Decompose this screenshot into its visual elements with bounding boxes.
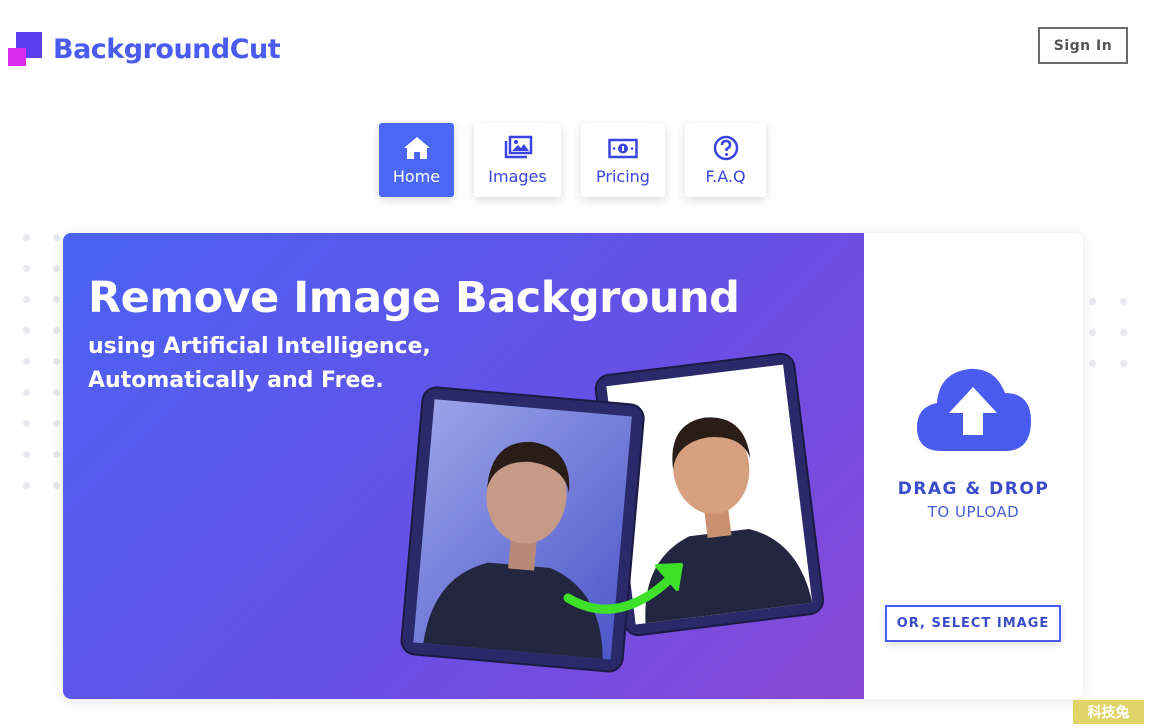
watermark-badge: 科技兔: [1073, 700, 1144, 724]
tab-images[interactable]: Images: [474, 123, 561, 197]
hero-banner: Remove Image Background using Artificial…: [63, 233, 864, 699]
home-icon: [403, 136, 430, 159]
tab-home-label: Home: [392, 166, 441, 186]
tab-home[interactable]: Home: [379, 123, 454, 197]
tab-images-label: Images: [488, 166, 547, 186]
question-icon: [713, 135, 738, 160]
logo-icon: [8, 30, 44, 68]
before-after-illustration: [400, 352, 824, 673]
money-icon: [608, 138, 638, 158]
select-image-button[interactable]: OR, SELECT IMAGE: [885, 605, 1061, 642]
tab-faq-label: F.A.Q: [705, 166, 746, 186]
images-icon: [504, 135, 532, 158]
cloud-upload-icon: [917, 368, 1031, 451]
tab-pricing-label: Pricing: [596, 166, 650, 186]
hero-card: Remove Image Background using Artificial…: [63, 233, 1083, 699]
drag-drop-subtitle: TO UPLOAD: [927, 503, 1020, 521]
tab-pricing[interactable]: Pricing: [581, 123, 665, 197]
tab-faq[interactable]: F.A.Q: [685, 123, 766, 197]
drag-drop-title: DRAG & DROP: [897, 479, 1050, 499]
sign-in-button[interactable]: Sign In: [1038, 27, 1128, 64]
brand-logo[interactable]: BackgroundCut: [8, 30, 281, 68]
brand-name: BackgroundCut: [53, 33, 281, 65]
upload-dropzone[interactable]: DRAG & DROP TO UPLOAD OR, SELECT IMAGE: [864, 233, 1083, 699]
before-photo-frame: [400, 386, 645, 673]
